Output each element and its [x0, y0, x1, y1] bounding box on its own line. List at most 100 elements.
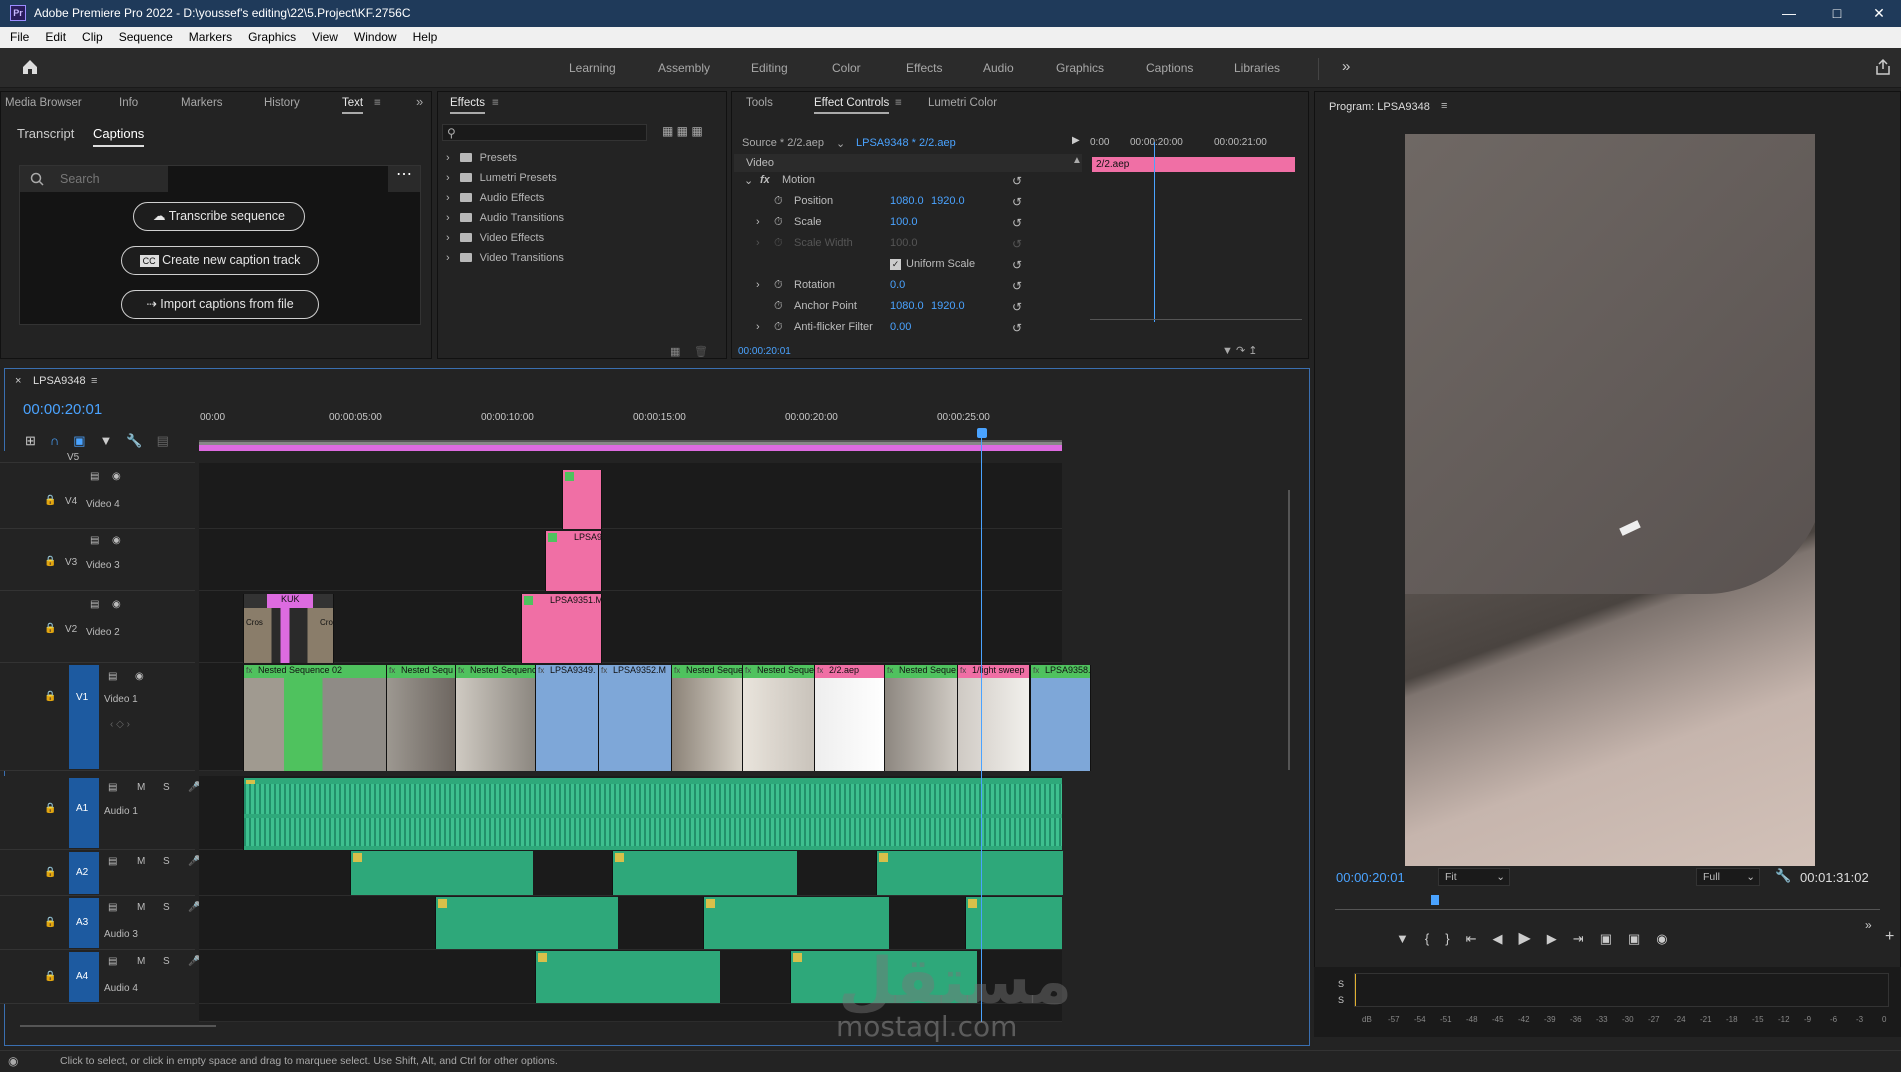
timeline-h-scrollbar[interactable]	[20, 1025, 216, 1027]
menu-graphics[interactable]: Graphics	[238, 27, 302, 44]
menu-help[interactable]: Help	[403, 27, 444, 44]
source-patch-v1[interactable]	[69, 665, 99, 769]
timeline-v-scrollbar[interactable]	[1288, 490, 1290, 770]
track-header-v1[interactable]: 🔒 V1 ▤ ◉ Video 1 ‹ ◇ ›	[0, 663, 195, 771]
mute-button[interactable]: M	[137, 956, 145, 967]
lock-icon[interactable]: 🔒	[44, 867, 56, 878]
panel-menu-icon[interactable]: ≡	[895, 97, 902, 109]
lock-icon[interactable]: 🔒	[44, 495, 56, 506]
lock-icon[interactable]: 🔒	[44, 623, 56, 634]
solo-button[interactable]: S	[163, 956, 170, 967]
timeline-tools[interactable]: ⊞∩▣▼🔧▤	[25, 433, 183, 449]
mute-button[interactable]: M	[137, 856, 145, 867]
ec-timecode[interactable]: 00:00:20:01	[738, 346, 791, 357]
tab-lumetri-color[interactable]: Lumetri Color	[928, 97, 997, 109]
uniform-scale-checkbox[interactable]: ✓	[890, 259, 901, 270]
maximize-icon[interactable]: □	[1815, 2, 1859, 24]
position-row[interactable]: ⏱ Position 1080.0 1920.0 ↺	[744, 195, 1034, 212]
audio-clip-a3[interactable]	[435, 897, 618, 949]
program-scrub-bar[interactable]	[1335, 902, 1880, 910]
solo-button[interactable]: S	[163, 782, 170, 793]
mark-out-icon[interactable]: }	[1445, 931, 1465, 946]
clip-v2-lpsa9351[interactable]: LPSA9351.M	[521, 594, 602, 663]
track-header-a4[interactable]: 🔒 A4 ▤ M S 🎤 Audio 4	[0, 950, 200, 1004]
mute-button[interactable]: M	[137, 782, 145, 793]
clip-v1[interactable]: 2/2.aep	[814, 665, 886, 771]
toggle-sync-icon[interactable]: ▤	[108, 671, 117, 682]
lock-icon[interactable]: 🔒	[44, 556, 56, 567]
transport-controls[interactable]: ▼{}⇤◀▶▶⇥▣▣◉	[1396, 928, 1684, 948]
search-box[interactable]: Search	[20, 166, 168, 192]
marker-icon[interactable]: ▼	[1396, 931, 1425, 946]
menu-file[interactable]: File	[0, 27, 35, 44]
subtab-transcript[interactable]: Transcript	[17, 126, 74, 141]
toggle-sync-icon[interactable]: ▤	[90, 471, 99, 482]
toggle-sync-icon[interactable]: ▤	[108, 902, 117, 913]
menu-view[interactable]: View	[302, 27, 344, 44]
close-icon[interactable]: ✕	[1857, 2, 1901, 24]
effects-item-audio-effects[interactable]: › Audio Effects	[446, 192, 544, 204]
motion-row[interactable]: ⌄ fx Motion ↺	[744, 174, 1034, 191]
solo-button[interactable]: S	[163, 902, 170, 913]
track-header-v2[interactable]: 🔒 V2 ▤ ◉ Video 2	[0, 591, 195, 663]
tab-markers[interactable]: Markers	[181, 97, 223, 109]
effects-item-audio-transitions[interactable]: › Audio Transitions	[446, 212, 564, 224]
menu-sequence[interactable]: Sequence	[109, 27, 179, 44]
settings-wrench-icon[interactable]: 🔧	[126, 433, 156, 448]
reset-icon[interactable]: ↺	[1012, 174, 1022, 188]
close-sequence-icon[interactable]: ×	[15, 375, 21, 387]
stopwatch-icon[interactable]: ⏱	[774, 195, 783, 208]
workspace-color[interactable]: Color	[832, 61, 861, 75]
reset-icon[interactable]: ↺	[1012, 216, 1022, 230]
audio-clip-a3[interactable]	[965, 897, 1062, 949]
toggle-sync-icon[interactable]: ▤	[90, 599, 99, 610]
scale-row[interactable]: › ⏱ Scale 100.0 ↺	[744, 216, 1034, 233]
add-marker-icon[interactable]: ▼	[100, 433, 127, 448]
eye-icon[interactable]: ◉	[112, 535, 121, 546]
menu-markers[interactable]: Markers	[179, 27, 238, 44]
stopwatch-icon[interactable]: ⏱	[774, 279, 783, 292]
mute-button[interactable]: M	[137, 902, 145, 913]
clip-v3[interactable]: LPSA9	[545, 531, 602, 591]
collapse-icon[interactable]: ▲	[1072, 155, 1082, 166]
lock-icon[interactable]: 🔒	[44, 803, 56, 814]
audio-clip-a2[interactable]	[876, 851, 1063, 895]
effects-item-lumetri-presets[interactable]: › Lumetri Presets	[446, 172, 557, 184]
subtab-captions[interactable]: Captions	[93, 126, 145, 147]
track-header-a2[interactable]: 🔒 A2 ▤ M S 🎤	[0, 850, 200, 896]
program-playhead[interactable]	[1431, 895, 1439, 905]
clip-v4[interactable]	[562, 470, 602, 529]
stopwatch-icon[interactable]: ⏱	[774, 321, 783, 334]
menu-window[interactable]: Window	[344, 27, 403, 44]
eye-icon[interactable]: ◉	[112, 471, 121, 482]
tab-effect-controls[interactable]: Effect Controls	[814, 97, 890, 114]
toggle-sync-icon[interactable]: ▤	[108, 782, 117, 793]
solo-button[interactable]: S	[163, 856, 170, 867]
home-icon[interactable]	[21, 58, 39, 76]
eye-icon[interactable]: ◉	[112, 599, 121, 610]
stopwatch-icon[interactable]: ⏱	[774, 300, 783, 313]
tab-info[interactable]: Info	[119, 97, 138, 109]
import-captions-button[interactable]: ⇢ Import captions from file	[121, 290, 319, 319]
extract-icon[interactable]: ▣	[1628, 931, 1656, 946]
ec-scrollbar[interactable]	[1090, 319, 1302, 320]
eye-icon[interactable]: ◉	[135, 671, 144, 682]
clip-v1[interactable]: Nested Sequence 02	[243, 665, 388, 771]
panel-menu-icon[interactable]: ≡	[374, 97, 381, 109]
captions-icon[interactable]: ▤	[157, 433, 183, 448]
clip-v1[interactable]: Nested Sequ	[386, 665, 457, 771]
workspace-libraries[interactable]: Libraries	[1234, 61, 1280, 75]
toggle-sync-icon[interactable]: ▤	[108, 856, 117, 867]
source-label[interactable]: Source * 2/2.aep	[742, 137, 824, 149]
tab-media-browser[interactable]: Media Browser	[5, 97, 82, 109]
track-header-a1[interactable]: 🔒 A1 ▤ M S 🎤 Audio 1	[0, 776, 200, 850]
ec-playhead[interactable]	[1154, 142, 1155, 322]
audio-clip-a2[interactable]	[612, 851, 797, 895]
reset-icon[interactable]: ↺	[1012, 300, 1022, 314]
tab-text[interactable]: Text	[342, 97, 364, 114]
mark-in-icon[interactable]: {	[1425, 931, 1445, 946]
more-workspaces-icon[interactable]: »	[1342, 58, 1350, 75]
reset-icon[interactable]: ↺	[1012, 258, 1022, 272]
rotation-row[interactable]: › ⏱ Rotation 0.0 ↺	[744, 279, 1034, 296]
menu-edit[interactable]: Edit	[35, 27, 72, 44]
